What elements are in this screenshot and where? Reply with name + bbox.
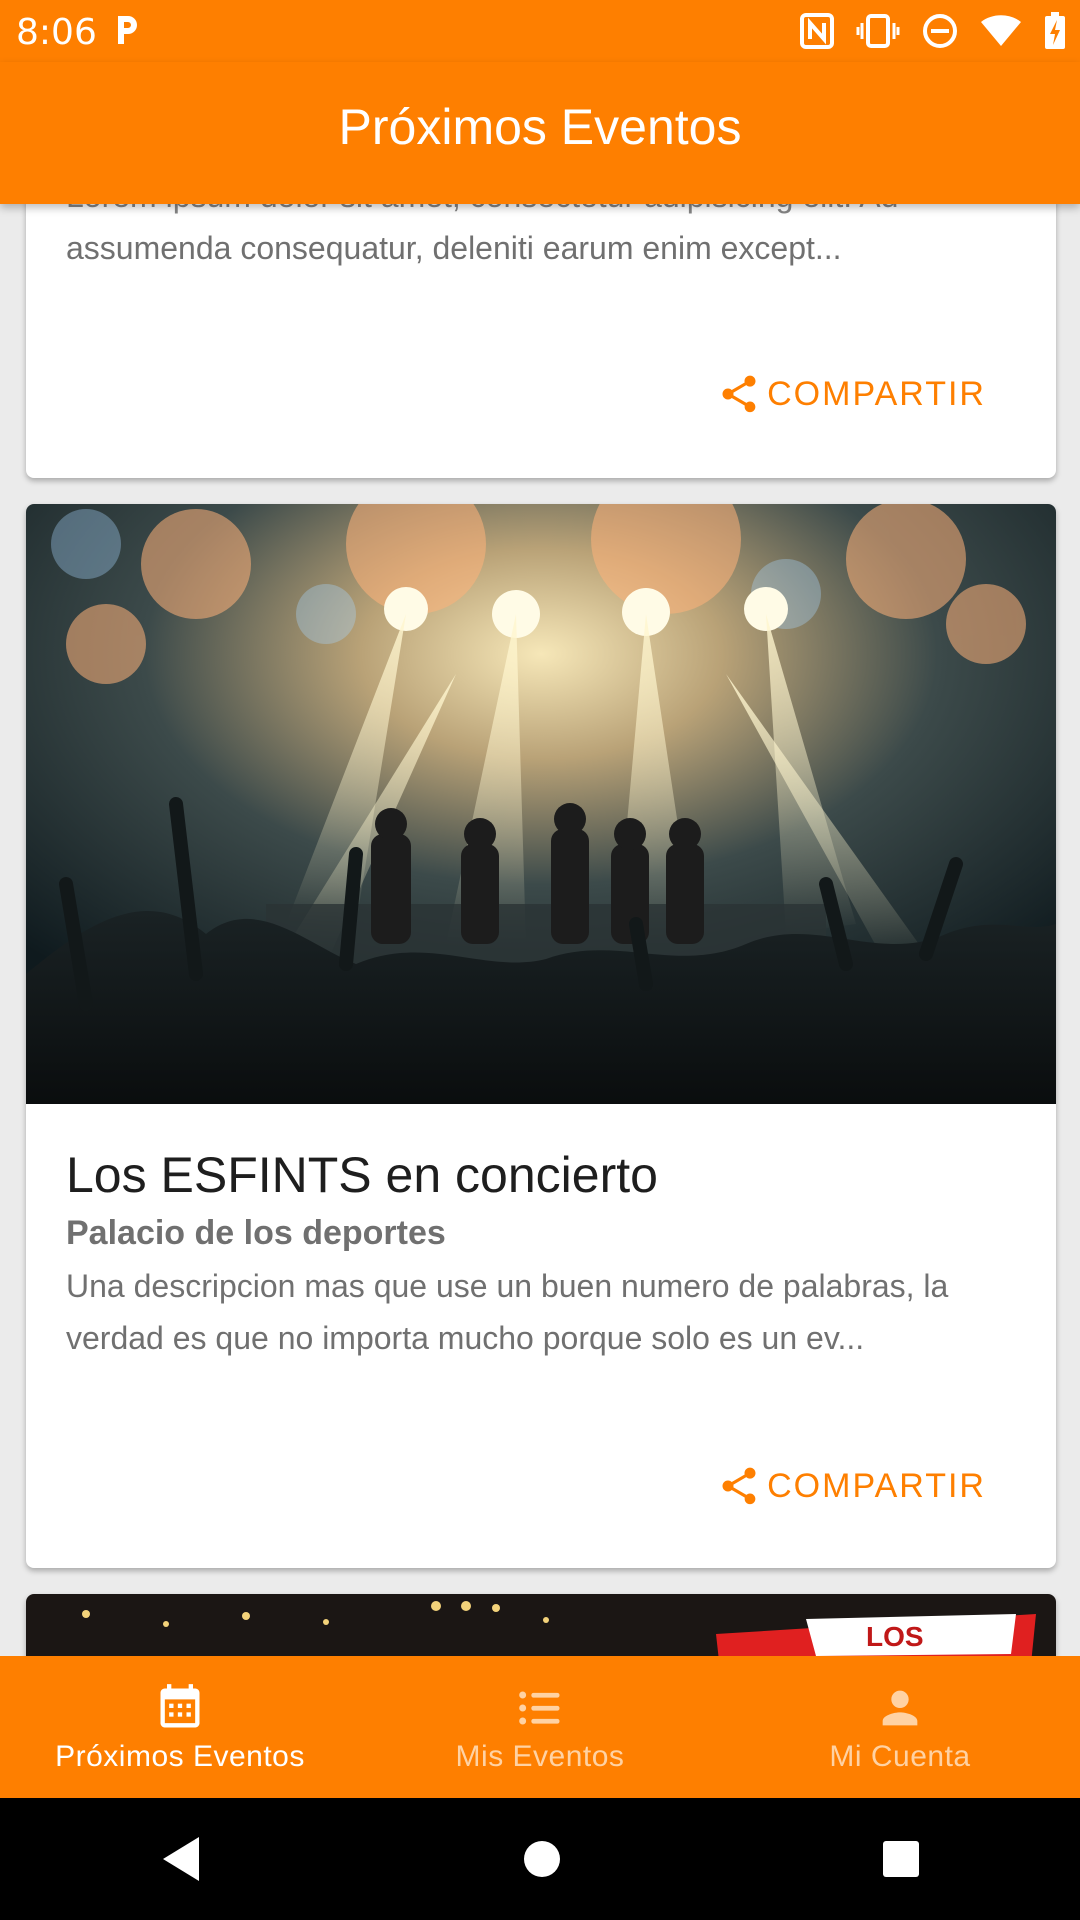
- nfc-icon: [800, 13, 834, 49]
- bottom-nav: Próximos Eventos Mis Eventos Mi Cuenta: [0, 1656, 1080, 1798]
- back-icon[interactable]: [159, 1835, 203, 1883]
- nav-label: Próximos Eventos: [55, 1740, 305, 1773]
- event-title: Los ESFINTS en concierto: [66, 1147, 658, 1203]
- event-description: Una descripcion mas que use un buen nume…: [66, 1268, 949, 1356]
- system-nav-bar: [0, 1798, 1080, 1920]
- event-card[interactable]: LOS: [26, 1594, 1056, 1656]
- recents-icon[interactable]: [881, 1839, 921, 1879]
- calendar-icon: [160, 1684, 200, 1728]
- event-image: LOS: [26, 1594, 1056, 1656]
- share-button[interactable]: COMPARTIR: [717, 1464, 986, 1508]
- event-card[interactable]: Los ESFINTS en concierto Palacio de los …: [26, 504, 1056, 1568]
- share-label: COMPARTIR: [767, 374, 986, 413]
- parking-app-icon: [118, 16, 137, 44]
- nav-label: Mi Cuenta: [829, 1740, 971, 1773]
- status-bar: 8:06: [0, 0, 1080, 62]
- wifi-icon: [981, 15, 1021, 46]
- share-icon: [722, 1467, 756, 1505]
- person-icon: [882, 1690, 918, 1726]
- app-bar: Próximos Eventos: [0, 62, 1080, 204]
- nav-item-mi-cuenta[interactable]: Mi Cuenta: [720, 1656, 1080, 1798]
- status-time: 8:06: [16, 12, 97, 53]
- vibrate-icon: [856, 14, 900, 48]
- home-icon[interactable]: [522, 1839, 562, 1879]
- share-button[interactable]: COMPARTIR: [717, 372, 986, 416]
- nav-label: Mis Eventos: [455, 1740, 625, 1773]
- share-icon: [722, 375, 756, 413]
- status-icons: [800, 12, 1066, 50]
- nav-item-proximos-eventos[interactable]: Próximos Eventos: [0, 1656, 360, 1798]
- page-title: Próximos Eventos: [338, 99, 742, 155]
- battery-charging-icon: [1045, 12, 1065, 49]
- share-label: COMPARTIR: [767, 1466, 986, 1505]
- do-not-disturb-icon: [923, 14, 957, 48]
- banner-text: LOS: [866, 1621, 924, 1652]
- event-image: [26, 504, 1056, 1104]
- nav-item-mis-eventos[interactable]: Mis Eventos: [360, 1656, 720, 1798]
- event-venue: Palacio de los deportes: [66, 1214, 446, 1252]
- list-icon: [519, 1691, 560, 1725]
- event-list[interactable]: Lorem ipsum dolor sit amet, consectetur …: [0, 0, 1080, 1656]
